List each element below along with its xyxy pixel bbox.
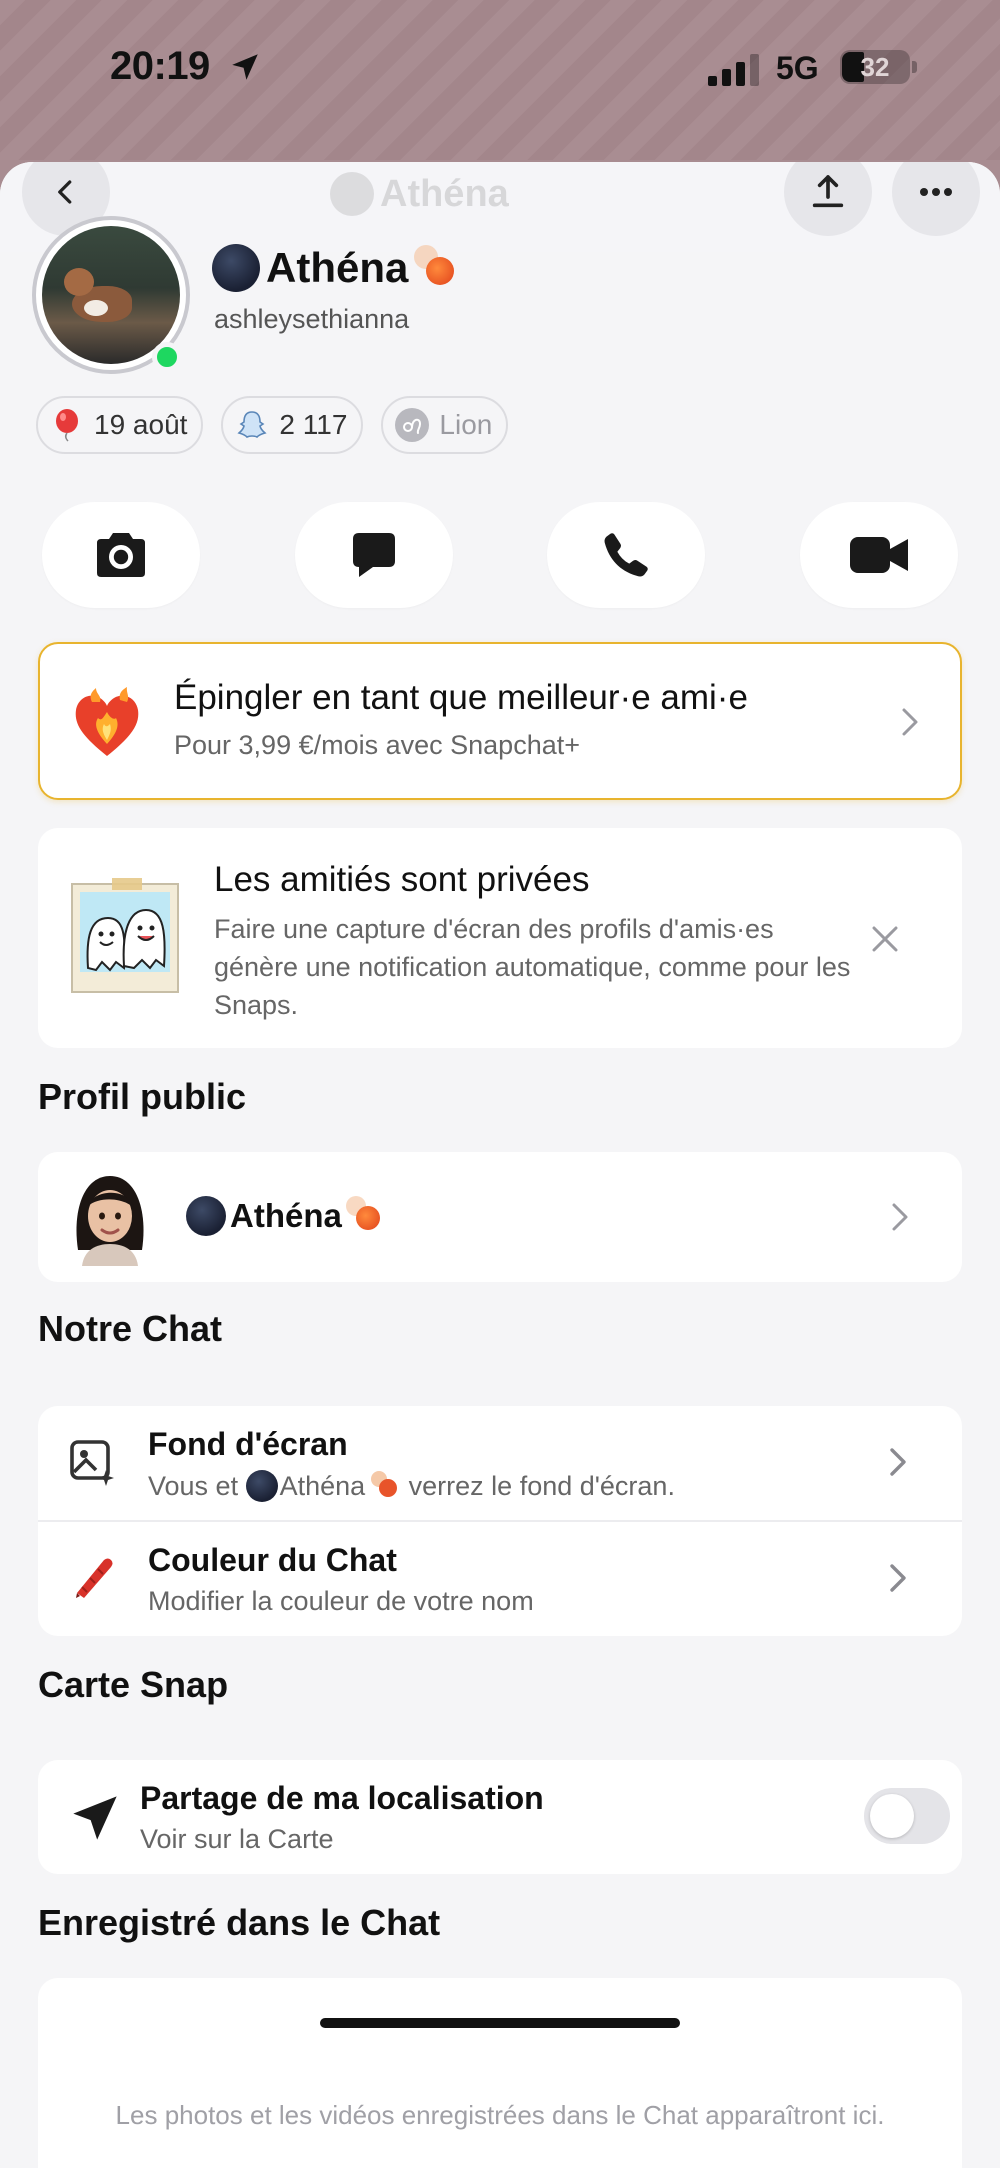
- username: ashleysethianna: [214, 304, 410, 334]
- zodiac-label: Lion: [439, 409, 493, 440]
- online-status-dot: [152, 342, 182, 372]
- battery-icon: 32: [840, 50, 910, 84]
- bitmoji-icon: [76, 1176, 144, 1266]
- home-indicator[interactable]: [320, 2018, 680, 2028]
- chevron-right-icon: [890, 1448, 906, 1476]
- comet-emoji-icon: [414, 245, 460, 291]
- public-profile-name: Athéna: [230, 1197, 342, 1234]
- chat-button[interactable]: [294, 502, 453, 608]
- zodiac-badge[interactable]: Lion: [381, 396, 509, 454]
- location-arrow-icon: [232, 54, 258, 80]
- signal-icon: [708, 54, 759, 86]
- bitmoji-avatar: [212, 244, 260, 292]
- chevron-right-icon: [902, 708, 918, 736]
- snap-map-section-title: Carte Snap: [38, 1664, 229, 1705]
- more-dots-icon: [920, 188, 952, 196]
- location-sharing-toggle[interactable]: [864, 1788, 950, 1844]
- snapscore-badge[interactable]: 2 117: [221, 396, 364, 454]
- network-type: 5G: [776, 50, 819, 86]
- phone-icon: [604, 533, 649, 577]
- battery-level: 32: [860, 52, 890, 82]
- chevron-left-icon: [58, 180, 72, 204]
- chat-color-row[interactable]: Couleur du Chat Modifier la couleur de v…: [38, 1522, 962, 1636]
- pin-best-friend-subtitle: Pour 3,99 €/mois avec Snapchat+: [174, 730, 581, 760]
- snap-ghost-icon: [235, 408, 269, 442]
- chevron-right-icon: [890, 1564, 906, 1592]
- display-name: Athéna: [266, 244, 409, 291]
- privacy-info-card: Les amitiés sont privées Faire une captu…: [38, 828, 962, 1048]
- birthday-label: 19 août: [94, 409, 188, 440]
- toggle-knob: [870, 1794, 914, 1838]
- leo-zodiac-icon: [395, 408, 430, 442]
- pin-best-friend-card[interactable]: Épingler en tant que meilleur·e ami·e Po…: [38, 642, 962, 800]
- chat-icon: [352, 533, 395, 577]
- fire-heart-icon: [75, 687, 139, 756]
- birthday-badge[interactable]: 19 août: [36, 396, 204, 454]
- wallpaper-row[interactable]: Fond d'écran Vous et Athéna verrez le fo…: [38, 1406, 962, 1520]
- share-icon: [812, 175, 844, 208]
- location-sharing-title: Partage de ma localisation: [140, 1780, 544, 1816]
- profile-sheet: Athéna Athéna ashleysethianna 19 août 2 …: [0, 162, 1000, 2168]
- battery-tip: [912, 61, 917, 73]
- wallpaper-subtitle: Vous et Athéna verrez le fond d'écran.: [148, 1470, 675, 1502]
- public-profile-name-row: Athéna: [186, 1196, 386, 1236]
- saved-in-chat-section-title: Enregistré dans le Chat: [38, 1902, 441, 1943]
- comet-emoji-icon: [345, 1196, 386, 1236]
- status-bar: 20:19 5G 32: [0, 0, 1000, 160]
- privacy-body: Faire une capture d'écran des profils d'…: [214, 914, 851, 1020]
- saved-in-chat-empty-text: Les photos et les vidéos enregistrées da…: [115, 2100, 885, 2130]
- location-sharing-subtitle: Voir sur la Carte: [140, 1824, 334, 1854]
- balloon-icon: [50, 408, 84, 442]
- profile-badges: 19 août 2 117 Lion: [36, 396, 509, 454]
- our-chat-card: Fond d'écran Vous et Athéna verrez le fo…: [38, 1406, 962, 1636]
- action-buttons: [42, 502, 958, 608]
- public-profile-section-title: Profil public: [38, 1076, 247, 1117]
- pin-best-friend-title: Épingler en tant que meilleur·e ami·e: [174, 678, 748, 717]
- wallpaper-title: Fond d'écran: [148, 1426, 348, 1462]
- public-profile-row[interactable]: Athéna: [38, 1152, 962, 1282]
- chevron-right-icon: [892, 1203, 908, 1231]
- our-chat-section-title: Notre Chat: [38, 1308, 223, 1349]
- chat-color-title: Couleur du Chat: [148, 1542, 397, 1578]
- close-icon[interactable]: [870, 924, 900, 954]
- status-time: 20:19: [110, 44, 210, 88]
- polaroid-ghosts-icon: [71, 878, 179, 993]
- profile-name-row: Athéna: [212, 244, 460, 292]
- crayon-icon: [76, 1558, 113, 1598]
- bitmoji-dot-icon: [186, 1196, 226, 1236]
- video-icon: [849, 537, 908, 573]
- chat-color-subtitle: Modifier la couleur de votre nom: [148, 1586, 534, 1616]
- snapscore-label: 2 117: [279, 409, 348, 440]
- location-sharing-row[interactable]: Partage de ma localisation Voir sur la C…: [38, 1760, 962, 1874]
- camera-icon: [97, 533, 145, 577]
- saved-in-chat-card: Les photos et les vidéos enregistrées da…: [38, 1978, 962, 2168]
- camera-button[interactable]: [42, 502, 200, 608]
- privacy-title: Les amitiés sont privées: [214, 860, 590, 899]
- call-button[interactable]: [547, 502, 706, 608]
- collapsed-title: Athéna: [330, 172, 509, 216]
- wallpaper-icon: [70, 1440, 114, 1486]
- video-call-button[interactable]: [799, 502, 958, 608]
- location-arrow-icon: [73, 1796, 117, 1840]
